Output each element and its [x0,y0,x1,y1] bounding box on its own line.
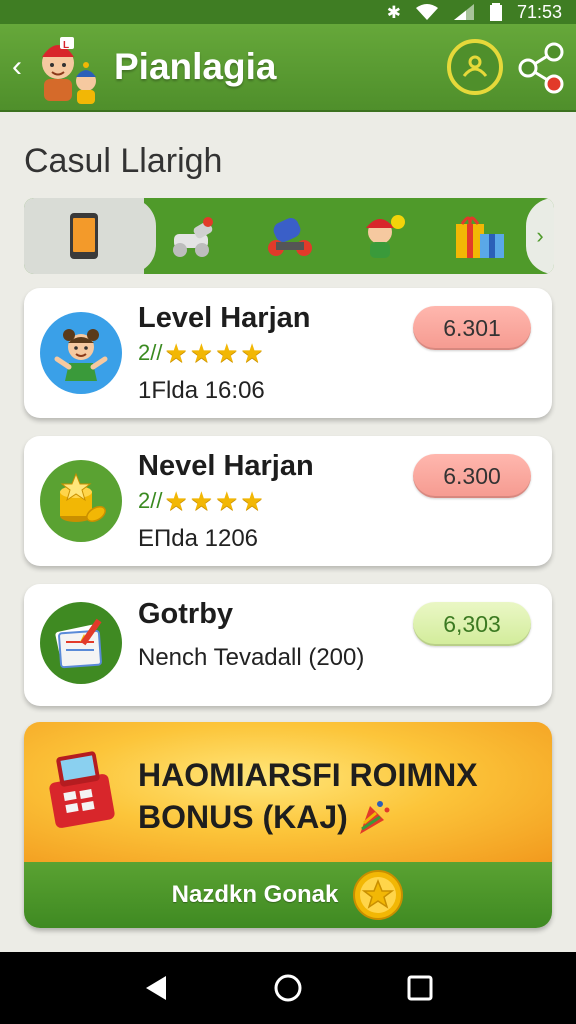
card-subtitle: ЕПda 1206 [138,525,259,552]
star-icon: ★ [215,486,239,516]
star-icon: ★ [215,338,239,368]
nav-home-icon [274,974,302,1002]
game-card-1[interactable]: Level Harjan 2// ★ ★ ★ ★ 1Flda 16:06 6.3… [24,288,552,418]
kid-avatar-icon [40,312,122,394]
category-item-phone[interactable] [24,198,144,274]
nav-back-icon [146,976,166,1000]
category-item-toy-cannon[interactable] [166,208,222,264]
star-icon: ★ [189,486,214,516]
category-strip: › [24,198,554,274]
bluetooth-icon: ✱ [386,2,401,22]
signal-icon [453,4,474,20]
rating-text: 2// [138,340,163,365]
star-icon: ★ [164,338,188,368]
card-rating: 2// ★ ★ ★ ★ [138,340,264,366]
status-bar: ✱ 71:53 [0,0,576,24]
nav-back-button[interactable] [136,968,176,1008]
back-icon: ‹ [12,50,22,83]
score-pill[interactable]: 6.300 [413,454,531,498]
star-icon: ★ [189,338,214,368]
card-title: Level Harjan [138,302,311,334]
party-popper-icon [359,801,390,834]
star-icon: ★ [240,338,264,368]
status-time: 71:53 [516,1,562,22]
category-item-gift[interactable] [452,208,508,264]
app-bar: ‹ L Pianlagia [0,24,576,112]
section-title: Casul Llarigh [24,142,223,180]
nav-recents-icon [407,975,433,1001]
gold-star-coin-icon [353,870,404,920]
chevron-right-icon: › [536,223,544,248]
logo-characters: L [30,27,106,107]
phone-icon [70,213,98,259]
bonus-panel: HAOMIARSFI ROIMNX BONUS (KAJ) [24,722,552,862]
star-icon: ★ [164,486,188,516]
battery-icon [489,3,502,21]
nav-home-button[interactable] [268,968,308,1008]
notebook-pencil-icon [40,602,122,684]
star-icon: ★ [240,486,264,516]
back-button[interactable]: ‹ [4,37,30,97]
profile-ring-icon [462,55,488,77]
bonus-title-line2: BONUS (KAJ) [138,799,348,835]
strip-more-button[interactable]: › [526,198,554,274]
bonus-title: HAOMIARSFI ROIMNX BONUS (KAJ) [138,754,478,838]
profile-button[interactable] [447,39,503,95]
bonus-title-line2-row: BONUS (KAJ) [138,796,478,838]
cash-register-icon [49,751,115,828]
game-card-2[interactable]: Nevel Harjan 2// ★ ★ ★ ★ ЕПda 1206 6.300 [24,436,552,566]
bonus-claim-bar[interactable]: Nazdkn Gonak [24,862,552,928]
bonus-cta-label: Nazdkn Gonak [171,881,339,908]
card-rating: 2// ★ ★ ★ ★ [138,488,264,514]
toy-vehicle-icon [268,218,312,256]
score-pill[interactable]: 6,303 [413,602,531,646]
bonus-banner[interactable]: HAOMIARSFI ROIMNX BONUS (KAJ) Nazdkn Gon… [24,722,552,928]
gift-icon [456,216,504,258]
card-title: Gotrby [138,598,234,630]
rating-text: 2// [138,488,163,513]
card-subtitle: 1Flda 16:06 [138,377,265,404]
share-button[interactable] [514,38,570,96]
category-item-character[interactable] [354,208,410,264]
share-icon [518,42,564,94]
category-item-toy-vehicle[interactable] [262,208,318,264]
card-subtitle: Nench Tevadall (200) [138,644,365,671]
app-title: Pianlagia [114,46,277,87]
game-card-3[interactable]: Gotrby Nench Tevadall (200) 6,303 [24,584,552,706]
card-title: Nevel Harjan [138,450,314,482]
score-pill[interactable]: 6.301 [413,306,531,350]
wifi-icon [415,4,438,20]
character-icon [366,215,405,258]
system-nav-bar [0,952,576,1024]
svg-text:L: L [63,40,69,51]
toy-cannon-icon [173,217,213,257]
bonus-title-line1: HAOMIARSFI ROIMNX [138,757,478,793]
nav-recents-button[interactable] [400,968,440,1008]
gold-coins-icon [40,460,122,542]
